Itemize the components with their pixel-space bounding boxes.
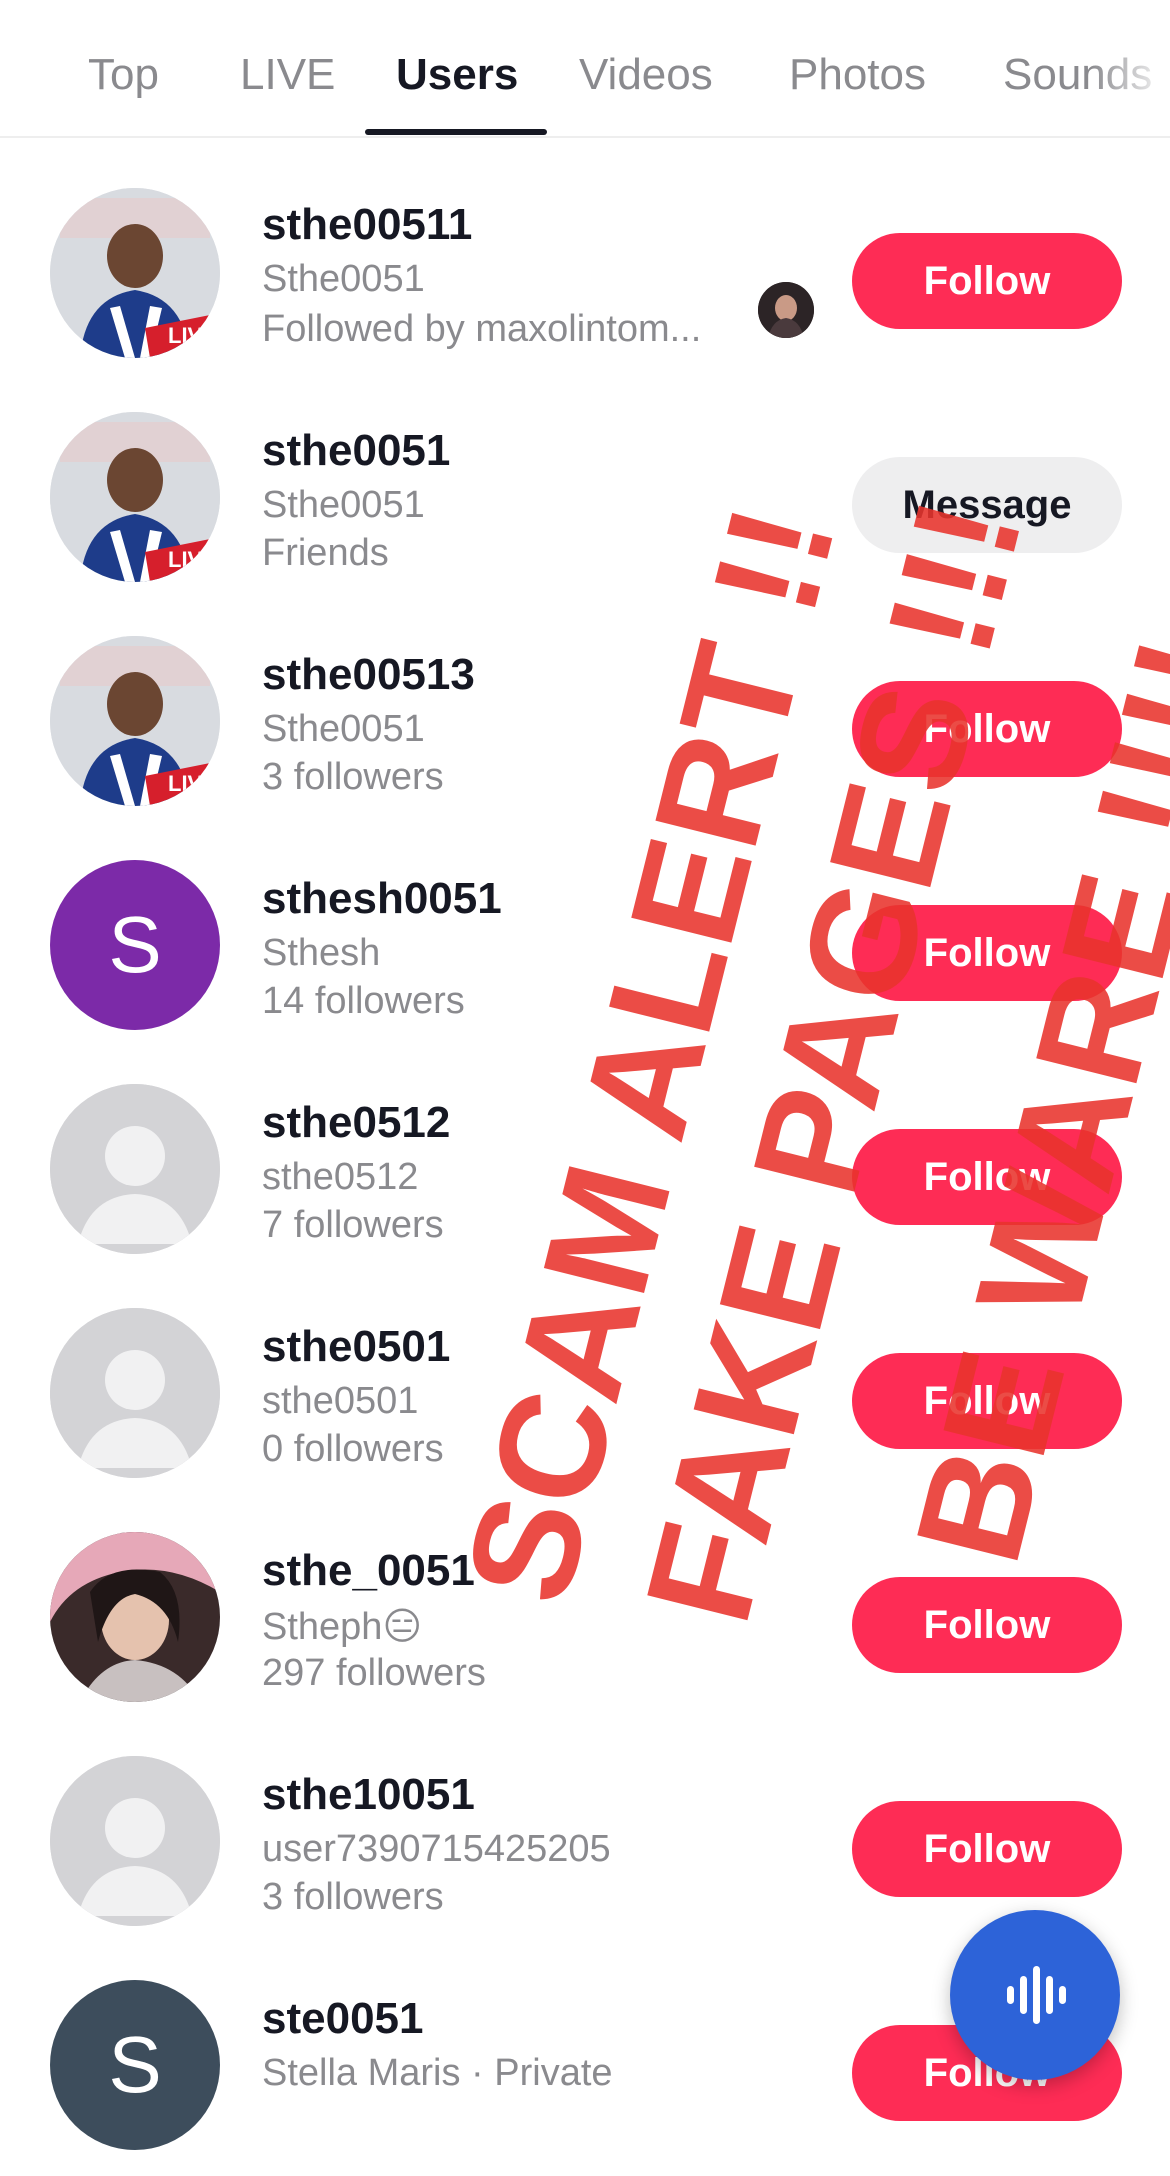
user-row[interactable]: sthe0501 sthe0501 0 followers Follow (0, 1280, 1170, 1504)
display-name: Sthe0051 (262, 258, 425, 300)
follower-count: 297 followers (262, 1652, 486, 1694)
svg-text:LIVE: LIVE (168, 771, 217, 796)
follow-button[interactable]: Follow (852, 1577, 1122, 1673)
default-avatar-icon (50, 1308, 220, 1478)
follower-count: 0 followers (262, 1428, 444, 1470)
relationship-text: Friends (262, 532, 389, 574)
username[interactable]: sthe00511 (262, 200, 472, 250)
display-name: Stheph😑 (262, 1606, 423, 1648)
live-avatar-image: LIVE (50, 412, 220, 582)
avatar[interactable]: S (50, 1980, 220, 2150)
username[interactable]: sthe00513 (262, 650, 475, 700)
user-row[interactable]: LIVE sthe00511 Sthe0051 Followed by maxo… (0, 160, 1170, 384)
display-name: sthe0501 (262, 1380, 419, 1422)
follow-button[interactable]: Follow (852, 1129, 1122, 1225)
live-avatar-image: LIVE (50, 188, 220, 358)
voice-search-button[interactable] (950, 1910, 1120, 2080)
follow-button[interactable]: Follow (852, 681, 1122, 777)
avatar[interactable]: S (50, 860, 220, 1030)
svg-text:LIVE: LIVE (168, 547, 217, 572)
display-name: Sthesh (262, 932, 381, 974)
follower-count: 3 followers (262, 1876, 444, 1918)
tab-users[interactable]: Users (396, 50, 518, 100)
search-tabs: Top LIVE Users Videos Photos Sounds (0, 0, 1170, 138)
user-row[interactable]: S sthesh0051 Sthesh 14 followers Follow (0, 832, 1170, 1056)
avatar[interactable] (50, 1532, 220, 1702)
user-row[interactable]: sthe0512 sthe0512 7 followers Follow (0, 1056, 1170, 1280)
message-button[interactable]: Message (852, 457, 1122, 553)
follow-button[interactable]: Follow (852, 1353, 1122, 1449)
follower-count: 14 followers (262, 980, 465, 1022)
display-name: Sthe0051 (262, 484, 425, 526)
live-avatar-image: LIVE (50, 636, 220, 806)
tab-live[interactable]: LIVE (240, 50, 335, 100)
user-row[interactable]: LIVE sthe00513 Sthe0051 3 followers Foll… (0, 608, 1170, 832)
username[interactable]: sthesh0051 (262, 874, 502, 924)
user-row[interactable]: sthe_0051 Stheph😑 297 followers Follow (0, 1504, 1170, 1728)
username[interactable]: sthe10051 (262, 1770, 475, 1820)
avatar[interactable]: LIVE (50, 636, 220, 806)
avatar[interactable]: LIVE (50, 412, 220, 582)
username[interactable]: sthe0051 (262, 426, 450, 476)
display-name: Stella Maris · Private (262, 2052, 613, 2094)
display-name: user7390715425205 (262, 1828, 611, 1870)
username[interactable]: sthe0512 (262, 1098, 450, 1148)
avatar[interactable] (50, 1084, 220, 1254)
voice-search-icon (1007, 1966, 1066, 2024)
avatar[interactable]: LIVE (50, 188, 220, 358)
username[interactable]: sthe_0051 (262, 1546, 475, 1596)
followed-by-text: Followed by maxolintom... (262, 308, 702, 350)
avatar[interactable] (50, 1756, 220, 1926)
mutual-follower-avatar (758, 282, 814, 338)
svg-text:LIVE: LIVE (168, 323, 217, 348)
active-tab-indicator (365, 129, 547, 135)
follow-button[interactable]: Follow (852, 905, 1122, 1001)
tab-videos[interactable]: Videos (579, 50, 713, 100)
username[interactable]: ste0051 (262, 1994, 423, 2044)
follow-button[interactable]: Follow (852, 1801, 1122, 1897)
display-name: sthe0512 (262, 1156, 419, 1198)
user-row[interactable]: LIVE sthe0051 Sthe0051 Friends Message (0, 384, 1170, 608)
default-avatar-icon (50, 1756, 220, 1926)
follower-count: 7 followers (262, 1204, 444, 1246)
follower-count: 3 followers (262, 756, 444, 798)
tabs-fade (1090, 0, 1170, 134)
default-avatar-icon (50, 1084, 220, 1254)
display-name: Sthe0051 (262, 708, 425, 750)
tab-photos[interactable]: Photos (789, 50, 926, 100)
username[interactable]: sthe0501 (262, 1322, 450, 1372)
tab-top[interactable]: Top (88, 50, 159, 100)
follow-button[interactable]: Follow (852, 233, 1122, 329)
avatar[interactable] (50, 1308, 220, 1478)
photo-avatar-image (50, 1532, 220, 1702)
